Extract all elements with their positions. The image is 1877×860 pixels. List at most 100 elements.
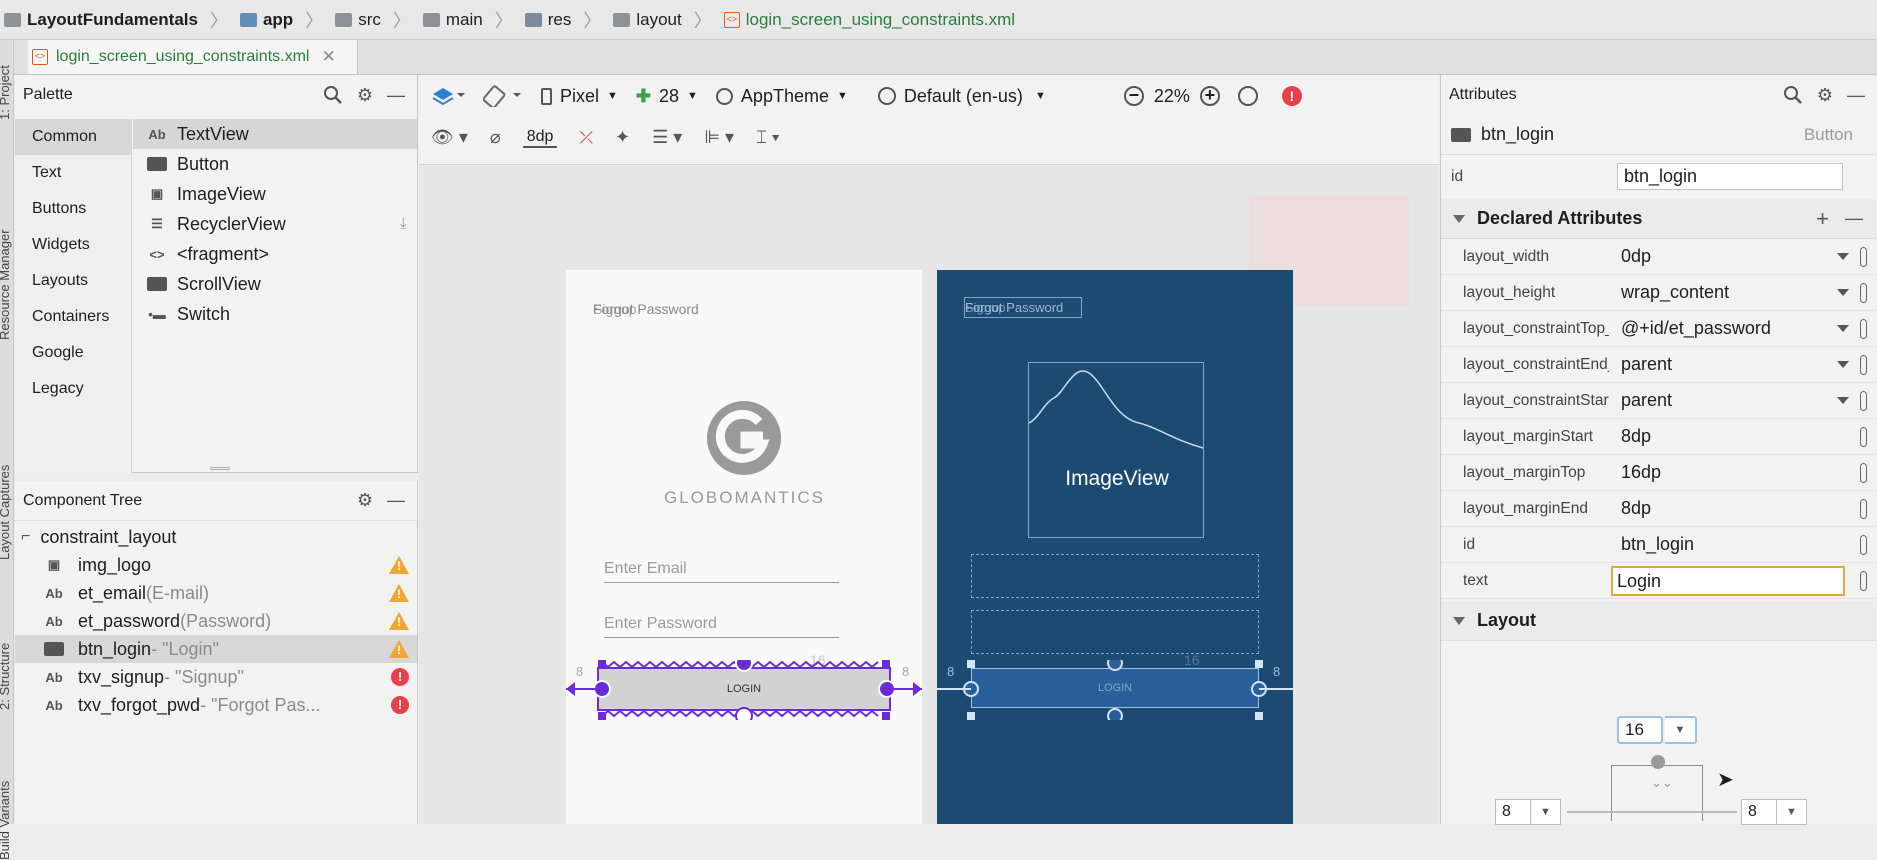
forgot-password-outline[interactable]: Signup Forgot Password <box>964 297 1082 318</box>
password-field-outline[interactable] <box>971 610 1259 654</box>
attribute-row-layout_marginEnd[interactable]: layout_marginEnd 8dp <box>1441 491 1877 527</box>
resource-picker-icon[interactable] <box>1860 391 1867 411</box>
infer-constraints-icon[interactable]: ✦ <box>615 127 630 148</box>
align-icon[interactable]: ⊫ ▾ <box>704 127 734 148</box>
zoom-out-icon[interactable]: − <box>1123 86 1144 106</box>
resource-picker-icon[interactable] <box>1860 283 1867 303</box>
attribute-value[interactable]: Login <box>1611 565 1845 596</box>
palette-item-switch[interactable]: •▬ Switch <box>133 299 417 329</box>
palette-item-scrollview[interactable]: ScrollView <box>133 269 417 299</box>
breadcrumb-layout[interactable]: layout <box>636 10 681 30</box>
palette-item-textview[interactable]: Ab TextView <box>133 119 417 149</box>
constraint-handles[interactable] <box>566 660 922 720</box>
minimize-icon[interactable]: — <box>387 490 405 511</box>
chevron-down-icon[interactable] <box>1837 361 1849 368</box>
attribute-value[interactable]: 8dp <box>1609 426 1651 447</box>
attribute-value[interactable]: @+id/et_password <box>1609 318 1771 339</box>
chevron-down-icon[interactable]: ▼ <box>1665 716 1697 744</box>
resource-picker-icon[interactable] <box>1860 427 1867 447</box>
pack-icon[interactable]: ☰ ▾ <box>652 127 682 148</box>
project-tool-button[interactable]: 1: Project <box>0 65 12 120</box>
attribute-value[interactable]: 8dp <box>1609 498 1651 519</box>
editor-tab-login-screen[interactable]: <> login_screen_using_constraints.xml ✕ <box>28 40 358 74</box>
tree-row-txv_signup[interactable]: Ab txv_signup - "Signup"! <box>15 663 417 691</box>
palette-category-buttons[interactable]: Buttons <box>15 191 131 227</box>
chevron-down-icon[interactable] <box>1837 325 1849 332</box>
gear-icon[interactable]: ⚙ <box>1817 85 1833 106</box>
gear-icon[interactable]: ⚙ <box>357 85 373 106</box>
autoconnect-icon[interactable]: ⌀ <box>490 127 501 148</box>
search-icon[interactable] <box>1783 85 1803 105</box>
resource-picker-icon[interactable] <box>1860 571 1867 591</box>
palette-category-text[interactable]: Text <box>15 155 131 191</box>
password-field[interactable]: Enter Password <box>604 613 839 638</box>
attribute-row-layout_constraintTop_toBottomOf[interactable]: layout_constraintTop_toBottomOf@+id/et_p… <box>1441 311 1877 347</box>
add-attribute-icon[interactable]: + <box>1816 206 1829 232</box>
locale-selector[interactable]: Default (en-us) ▼ <box>877 86 1046 107</box>
guidelines-icon[interactable]: ⌶ ▾ <box>756 127 779 148</box>
chevron-down-icon[interactable]: ▼ <box>1777 799 1807 825</box>
logo-image[interactable] <box>705 400 783 476</box>
error-icon[interactable]: ! <box>391 696 409 714</box>
tree-row-et_email[interactable]: Ab et_email (E-mail) <box>15 579 417 607</box>
tree-row-img_logo[interactable]: ▣ img_logo <box>15 551 417 579</box>
attribute-row-text[interactable]: text Login <box>1441 563 1877 599</box>
imageview-outline[interactable]: ImageView <box>1028 362 1204 538</box>
resource-picker-icon[interactable] <box>1860 535 1867 555</box>
breadcrumb-main[interactable]: main <box>446 10 483 30</box>
attribute-value[interactable]: 16dp <box>1609 462 1661 483</box>
clear-constraints-icon[interactable]: ⤫ <box>579 128 593 148</box>
forgot-password-text[interactable]: Forgot Password <box>593 301 699 317</box>
layout-end-margin[interactable]: 8 <box>1741 799 1777 825</box>
attribute-value[interactable]: wrap_content <box>1609 282 1729 303</box>
attribute-row-layout_constraintStart_toStartOf[interactable]: layout_constraintStart_toStartOfparent <box>1441 383 1877 419</box>
remove-attribute-icon[interactable]: — <box>1845 208 1863 229</box>
attribute-row-id[interactable]: id btn_login <box>1441 527 1877 563</box>
attribute-row-layout_height[interactable]: layout_height wrap_content <box>1441 275 1877 311</box>
chevron-down-icon[interactable] <box>1837 289 1849 296</box>
breadcrumb-res[interactable]: res <box>548 10 572 30</box>
design-preview[interactable]: Signup Forgot Password GLOBOMANTICS Ente… <box>566 270 922 824</box>
layout-top-margin[interactable]: 16 <box>1617 716 1663 744</box>
structure-tool-button[interactable]: 2: Structure <box>0 643 12 710</box>
chevron-down-icon[interactable] <box>1837 253 1849 260</box>
attribute-row-layout_width[interactable]: layout_width 0dp <box>1441 239 1877 275</box>
breadcrumb-src[interactable]: src <box>358 10 381 30</box>
blueprint-constraint-handles[interactable] <box>937 660 1293 720</box>
warning-icon[interactable] <box>389 612 409 630</box>
palette-category-layouts[interactable]: Layouts <box>15 263 131 299</box>
declared-attributes-header[interactable]: Declared Attributes + — <box>1441 199 1877 239</box>
attribute-row-layout_constraintEnd_toEndOf[interactable]: layout_constraintEnd_toEndOfparent <box>1441 347 1877 383</box>
search-icon[interactable] <box>323 85 343 105</box>
resource-picker-icon[interactable] <box>1860 247 1867 267</box>
zoom-in-icon[interactable]: + <box>1199 86 1220 106</box>
close-tab-icon[interactable]: ✕ <box>321 47 335 67</box>
theme-selector[interactable]: AppTheme ▼ <box>715 86 848 107</box>
resource-picker-icon[interactable] <box>1860 499 1867 519</box>
design-surface-icon[interactable] <box>431 85 465 107</box>
splitter-handle[interactable] <box>210 467 230 470</box>
layout-captures-tool-button[interactable]: Layout Captures <box>0 465 12 560</box>
palette-category-google[interactable]: Google <box>15 335 131 371</box>
zoom-fit-icon[interactable] <box>1237 86 1258 106</box>
id-input[interactable]: btn_login <box>1617 163 1843 190</box>
chevron-down-icon[interactable]: ▼ <box>1531 799 1561 825</box>
attribute-value[interactable]: 0dp <box>1609 246 1651 267</box>
tree-row-et_password[interactable]: Ab et_password (Password) <box>15 607 417 635</box>
attribute-value[interactable]: btn_login <box>1609 534 1694 555</box>
orientation-icon[interactable] <box>483 85 523 107</box>
palette-category-common[interactable]: Common <box>15 119 131 155</box>
attribute-value[interactable]: parent <box>1609 390 1672 411</box>
download-icon[interactable]: ⤓ <box>400 215 407 232</box>
palette-item-imageview[interactable]: ▣ ImageView <box>133 179 417 209</box>
email-field-outline[interactable] <box>971 554 1259 598</box>
resource-manager-tool-button[interactable]: Resource Manager <box>0 229 12 340</box>
email-field[interactable]: Enter Email <box>604 558 839 583</box>
palette-category-widgets[interactable]: Widgets <box>15 227 131 263</box>
attribute-row-layout_marginTop[interactable]: layout_marginTop 16dp <box>1441 455 1877 491</box>
minimize-icon[interactable]: — <box>1847 85 1865 106</box>
view-options-icon[interactable]: 👁 ▾ <box>431 127 468 148</box>
resource-picker-icon[interactable] <box>1860 319 1867 339</box>
palette-item-fragment[interactable]: <> <fragment> <box>133 239 417 269</box>
build-variants-tool-button[interactable]: Build Variants <box>0 781 12 860</box>
